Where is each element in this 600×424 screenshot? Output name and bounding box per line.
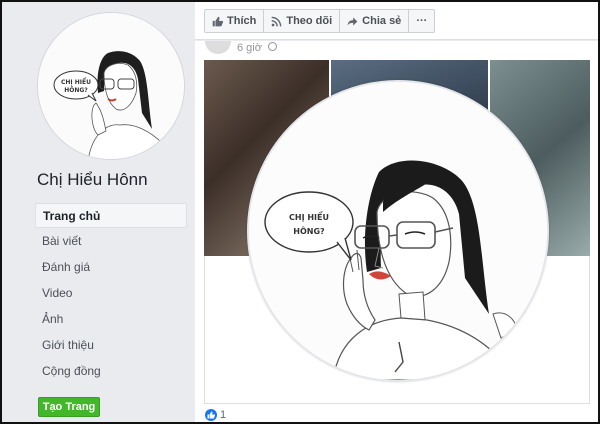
rss-follow-icon (272, 16, 282, 26)
like-reaction-icon (205, 409, 217, 421)
enlarged-illustration: CHỊ HIỂU HÔNG? (249, 82, 547, 380)
enlarged-bubble-line-2: HÔNG? (293, 225, 325, 236)
share-label: Chia sẻ (362, 15, 402, 27)
post-reactions[interactable]: 1 (205, 409, 226, 421)
nav-item-community[interactable]: Cộng đồng (35, 359, 187, 384)
nav-item-posts[interactable]: Bài viết (35, 229, 187, 254)
nav-item-videos[interactable]: Video (35, 281, 187, 306)
bubble-line-1: CHỊ HIỂU (61, 78, 91, 86)
profile-illustration: CHỊ HIỂU HÔNG? (38, 13, 184, 159)
more-options-button[interactable]: ··· (409, 10, 434, 32)
post-timestamp[interactable]: 6 giờ (237, 42, 262, 54)
share-button[interactable]: Chia sẻ (340, 10, 410, 32)
nav-item-reviews[interactable]: Đánh giá (35, 255, 187, 280)
more-label: ··· (416, 15, 428, 27)
nav-item-about[interactable]: Giới thiệu (35, 333, 187, 358)
like-button[interactable]: Thích (205, 10, 265, 32)
post-header: 6 giờ (205, 41, 277, 55)
page-title[interactable]: Chị Hiểu Hônn (37, 170, 148, 190)
follow-label: Theo dõi (286, 15, 333, 27)
left-sidebar: CHỊ HIỂU HÔNG? Chị Hiểu Hônn Trang chủ B… (2, 2, 193, 422)
enlarged-profile-picture[interactable]: CHỊ HIỂU HÔNG? (247, 80, 549, 382)
post-author-avatar[interactable] (205, 41, 231, 54)
create-page-button[interactable]: Tạo Trang (38, 397, 100, 417)
action-button-group: Thích Theo dõi Chia sẻ ··· (204, 9, 436, 33)
page-action-bar: Thích Theo dõi Chia sẻ ··· (195, 2, 598, 40)
nav-item-photos[interactable]: Ảnh (35, 307, 187, 332)
nav-item-home[interactable]: Trang chủ (35, 203, 187, 228)
profile-picture[interactable]: CHỊ HIỂU HÔNG? (37, 12, 185, 160)
page-nav: Trang chủ Bài viết Đánh giá Video Ảnh Gi… (35, 203, 187, 385)
reaction-count: 1 (220, 409, 227, 421)
like-label: Thích (227, 15, 257, 27)
globe-icon (267, 41, 277, 51)
follow-button[interactable]: Theo dõi (264, 10, 341, 32)
thumbs-up-icon (212, 16, 223, 26)
bubble-line-2: HÔNG? (64, 87, 88, 94)
share-arrow-icon (347, 16, 358, 26)
